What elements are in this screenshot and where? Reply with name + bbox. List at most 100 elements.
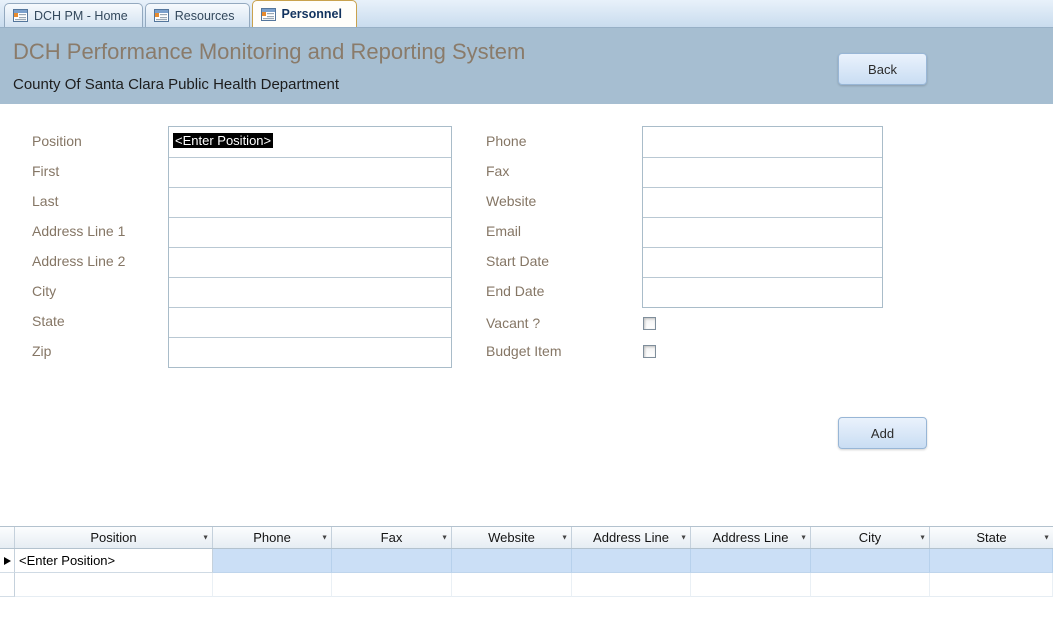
tab-label: Resources [175, 9, 235, 23]
cell-address-line-2[interactable] [691, 549, 811, 573]
column-header-label: State [976, 530, 1006, 545]
table-row: <Enter Position> [0, 549, 1053, 573]
phone-label: Phone [486, 126, 549, 156]
address-line-2-input[interactable] [169, 247, 451, 277]
table-row-empty [0, 573, 1053, 597]
dropdown-arrow-icon[interactable]: ▼ [321, 527, 328, 548]
empty-cell[interactable] [811, 573, 930, 597]
state-label: State [32, 306, 125, 336]
first-label: First [32, 156, 125, 186]
record-selector[interactable] [0, 549, 15, 573]
column-header-website[interactable]: Website ▼ [452, 527, 572, 548]
start-date-label: Start Date [486, 246, 549, 276]
state-input[interactable] [169, 307, 451, 337]
city-label: City [32, 276, 125, 306]
page-title: DCH Performance Monitoring and Reporting… [13, 39, 525, 65]
zip-input[interactable] [169, 337, 451, 367]
left-field-labels: Position First Last Address Line 1 Addre… [32, 126, 125, 366]
fax-label: Fax [486, 156, 549, 186]
column-header-label: Address Line [713, 530, 789, 545]
column-header-address-line-1[interactable]: Address Line ▼ [572, 527, 691, 548]
vacant-checkbox[interactable] [643, 317, 656, 330]
datasheet-corner[interactable] [0, 527, 15, 548]
dropdown-arrow-icon[interactable]: ▼ [441, 527, 448, 548]
dropdown-arrow-icon[interactable]: ▼ [919, 527, 926, 548]
page-subtitle: County Of Santa Clara Public Health Depa… [13, 76, 339, 93]
column-header-fax[interactable]: Fax ▼ [332, 527, 452, 548]
budget-item-checkbox[interactable] [643, 345, 656, 358]
column-header-phone[interactable]: Phone ▼ [213, 527, 332, 548]
first-input[interactable] [169, 157, 451, 187]
column-header-address-line-2[interactable]: Address Line ▼ [691, 527, 811, 548]
cell-city[interactable] [811, 549, 930, 573]
website-input[interactable] [643, 187, 882, 217]
column-header-city[interactable]: City ▼ [811, 527, 930, 548]
cell-website[interactable] [452, 549, 572, 573]
datasheet-header-row: Position ▼ Phone ▼ Fax ▼ Website ▼ Address L… [0, 526, 1053, 549]
dropdown-arrow-icon[interactable]: ▼ [680, 527, 687, 548]
datasheet: Position ▼ Phone ▼ Fax ▼ Website ▼ Address L… [0, 526, 1053, 597]
dropdown-arrow-icon[interactable]: ▼ [800, 527, 807, 548]
fax-input[interactable] [643, 157, 882, 187]
app-window: DCH PM - Home Resources Personnel DCH Pe… [0, 0, 1053, 619]
tab-dch-pm-home[interactable]: DCH PM - Home [4, 3, 143, 27]
empty-cell[interactable] [332, 573, 452, 597]
column-header-label: Address Line [593, 530, 669, 545]
empty-cell[interactable] [691, 573, 811, 597]
end-date-label: End Date [486, 276, 549, 306]
cell-phone[interactable] [213, 549, 332, 573]
position-input[interactable]: <Enter Position> [169, 127, 451, 157]
selected-text: <Enter Position> [173, 133, 273, 148]
cell-position[interactable]: <Enter Position> [15, 549, 213, 573]
email-label: Email [486, 216, 549, 246]
empty-cell[interactable] [213, 573, 332, 597]
tab-resources[interactable]: Resources [145, 3, 250, 27]
start-date-input[interactable] [643, 247, 882, 277]
dropdown-arrow-icon[interactable]: ▼ [1043, 527, 1050, 548]
empty-cell[interactable] [930, 573, 1053, 597]
column-header-state[interactable]: State ▼ [930, 527, 1053, 548]
empty-cell[interactable] [452, 573, 572, 597]
tab-label: Personnel [282, 7, 342, 21]
form-icon [154, 9, 169, 22]
empty-cell[interactable] [15, 573, 213, 597]
city-input[interactable] [169, 277, 451, 307]
vacant-label: Vacant ? [486, 308, 540, 338]
right-field-labels: Phone Fax Website Email Start Date End D… [486, 126, 549, 306]
tab-label: DCH PM - Home [34, 9, 128, 23]
address-line-2-label: Address Line 2 [32, 246, 125, 276]
end-date-input[interactable] [643, 277, 882, 307]
address-line-1-label: Address Line 1 [32, 216, 125, 246]
column-header-label: Fax [381, 530, 403, 545]
last-input[interactable] [169, 187, 451, 217]
column-header-label: City [859, 530, 881, 545]
cell-fax[interactable] [332, 549, 452, 573]
position-label: Position [32, 126, 125, 156]
back-button[interactable]: Back [838, 53, 927, 85]
cell-state[interactable] [930, 549, 1053, 573]
email-input[interactable] [643, 217, 882, 247]
form-icon [261, 8, 276, 21]
column-header-label: Position [90, 530, 136, 545]
current-record-marker-icon [4, 557, 11, 565]
empty-cell[interactable] [572, 573, 691, 597]
website-label: Website [486, 186, 549, 216]
budget-item-label: Budget Item [486, 336, 562, 366]
left-input-column: <Enter Position> [168, 126, 452, 368]
column-header-label: Website [488, 530, 535, 545]
last-label: Last [32, 186, 125, 216]
record-selector[interactable] [0, 573, 15, 597]
address-line-1-input[interactable] [169, 217, 451, 247]
zip-label: Zip [32, 336, 125, 366]
add-button[interactable]: Add [838, 417, 927, 449]
right-input-column [642, 126, 883, 308]
tab-bar: DCH PM - Home Resources Personnel [0, 0, 1053, 28]
cell-address-line-1[interactable] [572, 549, 691, 573]
phone-input[interactable] [643, 127, 882, 157]
column-header-label: Phone [253, 530, 291, 545]
dropdown-arrow-icon[interactable]: ▼ [202, 527, 209, 548]
column-header-position[interactable]: Position ▼ [15, 527, 213, 548]
dropdown-arrow-icon[interactable]: ▼ [561, 527, 568, 548]
form-icon [13, 9, 28, 22]
tab-personnel[interactable]: Personnel [252, 0, 357, 27]
